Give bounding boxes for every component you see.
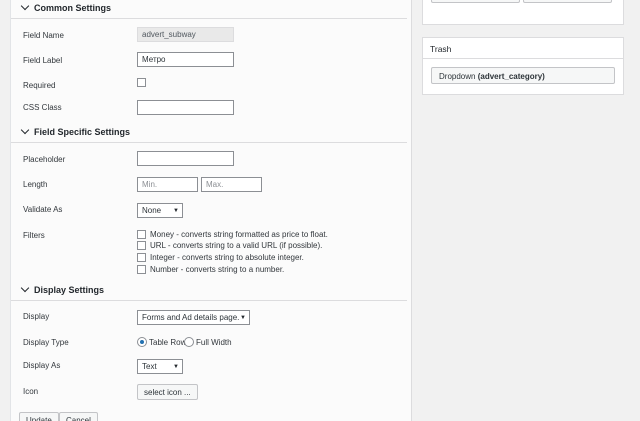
select-arrow-icon: ▼ [173,364,179,370]
display-select[interactable]: Forms and Ad details page. ▼ [137,310,250,325]
display-value: Forms and Ad details page. [142,313,240,322]
select-arrow-icon: ▼ [240,315,246,321]
chevron-down-icon [20,283,30,293]
placeholder-label: Placeholder [23,155,66,164]
select-icon-button[interactable]: select icon ... [137,384,198,400]
filter-url-checkbox[interactable] [137,241,146,250]
field-specific-settings-title: Field Specific Settings [34,127,131,137]
filter-number-label: Number - converts string to a number. [150,265,285,274]
common-settings-title: Common Settings [34,3,112,13]
filter-url-label: URL - converts string to a valid URL (if… [150,241,323,250]
filters-label: Filters [23,231,45,240]
field-settings-panel: Common Settings Field Name advert_subway… [10,0,412,421]
common-settings-header[interactable]: Common Settings [11,0,407,19]
required-label: Required [23,81,56,90]
validate-as-value: None [142,206,162,215]
display-type-table-row-label: Table Row [149,338,187,347]
icon-label: Icon [23,387,39,396]
chevron-down-icon [20,125,30,135]
css-class-input[interactable] [137,100,234,115]
trash-item-type: Dropdown [439,72,476,81]
field-specific-settings-header[interactable]: Field Specific Settings [11,124,407,143]
display-type-full-width-radio[interactable] [184,337,194,347]
trash-item-dropdown[interactable]: Dropdown (advert_category) [431,67,615,84]
display-type-label: Display Type [23,338,69,347]
display-settings-title: Display Settings [34,285,105,295]
field-name-input[interactable]: advert_subway [137,27,234,42]
trash-header: Trash [423,38,623,59]
display-type-table-row-radio[interactable] [137,337,147,347]
display-settings-header[interactable]: Display Settings [11,282,407,301]
cancel-button[interactable]: Cancel [59,412,98,421]
trash-item-name: (advert_category) [477,72,545,81]
display-as-select[interactable]: Text ▼ [137,359,183,374]
display-label: Display [23,312,50,321]
display-as-value: Text [142,362,157,371]
field-name-label: Field Name [23,31,64,40]
top-action-button-1[interactable] [431,0,520,3]
length-label: Length [23,180,48,189]
validate-as-select[interactable]: None ▼ [137,203,183,218]
trash-box: Trash Dropdown (advert_category) [422,37,624,95]
filter-integer-checkbox[interactable] [137,253,146,262]
top-action-button-2[interactable] [523,0,612,3]
trash-title: Trash [430,44,452,54]
display-type-full-width-label: Full Width [196,338,232,347]
field-label-input[interactable]: Метро [137,52,234,67]
validate-as-label: Validate As [23,205,63,214]
display-as-label: Display As [23,361,61,370]
length-max-input[interactable]: Max. [201,177,262,192]
top-actions-box [422,0,624,25]
required-checkbox[interactable] [137,78,146,87]
filter-number-checkbox[interactable] [137,265,146,274]
css-class-label: CSS Class [23,103,62,112]
placeholder-input[interactable] [137,151,234,166]
select-arrow-icon: ▼ [173,208,179,214]
length-min-input[interactable]: Min. [137,177,198,192]
field-label-label: Field Label [23,56,63,65]
filter-integer-label: Integer - converts string to absolute in… [150,253,304,262]
filter-money-label: Money - converts string formatted as pri… [150,230,328,239]
filter-money-checkbox[interactable] [137,230,146,239]
chevron-down-icon [20,1,30,11]
update-button[interactable]: Update [19,412,59,421]
